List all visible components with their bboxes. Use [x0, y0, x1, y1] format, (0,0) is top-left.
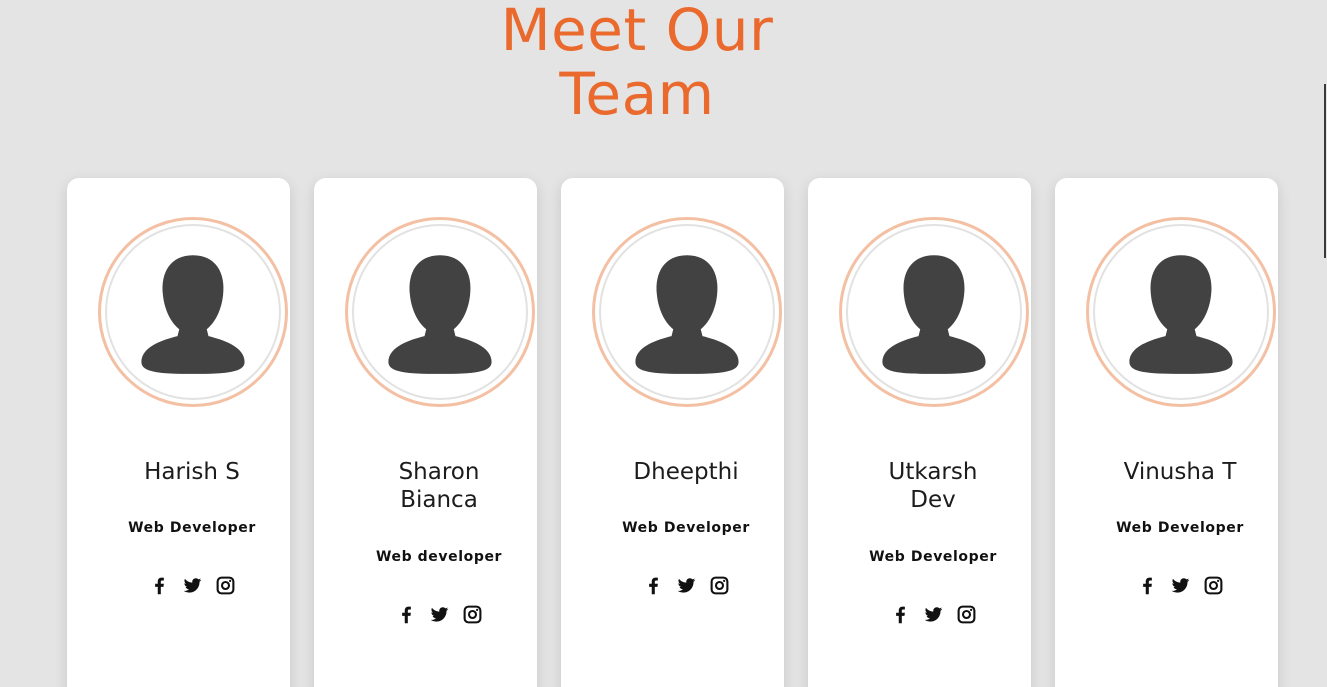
facebook-icon[interactable] [1137, 575, 1158, 596]
member-name: Harish S [67, 458, 317, 486]
member-role: Web Developer [1116, 520, 1244, 536]
instagram-icon[interactable] [215, 575, 236, 596]
page-title-line-1: Meet Our [500, 0, 774, 64]
member-name-line-1: Vinusha T [1123, 459, 1237, 485]
avatar [345, 217, 535, 407]
member-role: Web Developer [869, 549, 997, 565]
person-silhouette-icon [635, 255, 739, 374]
avatar [592, 217, 782, 407]
person-silhouette-icon [1129, 255, 1233, 374]
avatar [1086, 217, 1276, 407]
instagram-icon[interactable] [709, 575, 730, 596]
avatar [98, 217, 288, 407]
social-links [561, 575, 811, 596]
social-links [808, 604, 1058, 625]
facebook-icon[interactable] [890, 604, 911, 625]
social-links [67, 575, 317, 596]
twitter-icon[interactable] [182, 575, 203, 596]
member-name-line-1: Utkarsh [888, 459, 978, 485]
team-card-vinusha-t: Vinusha T Web Developer [1055, 178, 1278, 687]
twitter-icon[interactable] [923, 604, 944, 625]
member-name: Vinusha T [1055, 458, 1305, 486]
social-links [314, 604, 564, 625]
twitter-icon[interactable] [1170, 575, 1191, 596]
facebook-icon[interactable] [396, 604, 417, 625]
member-name-line-1: Harish S [144, 459, 240, 485]
twitter-icon[interactable] [676, 575, 697, 596]
member-name-line-1: Sharon [398, 459, 480, 485]
member-role: Web Developer [622, 520, 750, 536]
team-card-dheepthi: Dheepthi Web Developer [561, 178, 784, 687]
team-card-utkarsh-dev: Utkarsh Dev Web Developer [808, 178, 1031, 687]
member-role: Web developer [375, 549, 503, 565]
team-page: Meet Our Team Harish S Web Developer Sha… [0, 0, 1327, 687]
page-title: Meet Our Team [497, 0, 777, 126]
person-silhouette-icon [882, 255, 986, 374]
member-name: Utkarsh Dev [808, 458, 1058, 514]
instagram-icon[interactable] [462, 604, 483, 625]
social-links [1055, 575, 1305, 596]
instagram-icon[interactable] [956, 604, 977, 625]
person-silhouette-icon [141, 255, 245, 374]
page-title-line-2: Team [559, 60, 715, 128]
scrollbar-edge[interactable] [1324, 84, 1326, 258]
team-card-harish-s: Harish S Web Developer [67, 178, 290, 687]
avatar [839, 217, 1029, 407]
facebook-icon[interactable] [149, 575, 170, 596]
member-role: Web Developer [128, 520, 256, 536]
person-silhouette-icon [388, 255, 492, 374]
member-name: Dheepthi [561, 458, 811, 486]
member-name-line-2: Dev [910, 487, 956, 513]
team-card-sharon-bianca: Sharon Bianca Web developer [314, 178, 537, 687]
twitter-icon[interactable] [429, 604, 450, 625]
member-name-line-1: Dheepthi [633, 459, 739, 485]
instagram-icon[interactable] [1203, 575, 1224, 596]
facebook-icon[interactable] [643, 575, 664, 596]
member-name-line-2: Bianca [400, 487, 478, 513]
member-name: Sharon Bianca [314, 458, 564, 514]
